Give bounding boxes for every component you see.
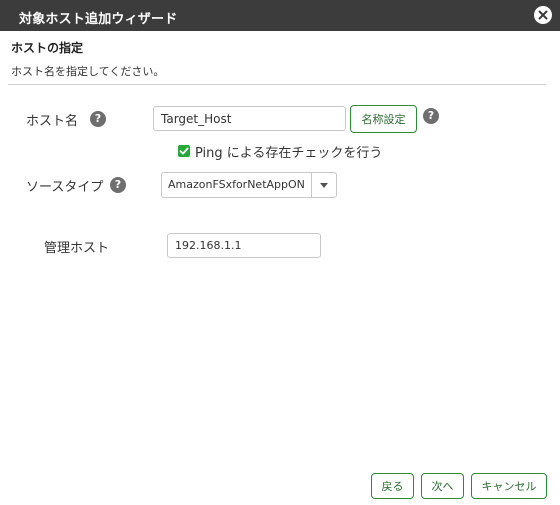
section-title: ホストの指定 — [11, 41, 84, 55]
back-button[interactable]: 戻る — [371, 473, 414, 499]
close-button[interactable] — [534, 6, 552, 24]
source-type-value: AmazonFSxforNetAppON — [168, 178, 305, 191]
wizard-titlebar: 対象ホスト追加ウィザード — [0, 0, 560, 31]
ping-check-checkbox[interactable] — [178, 145, 190, 157]
next-button[interactable]: 次へ — [421, 473, 464, 499]
source-type-label: ソースタイプ — [26, 180, 104, 195]
caret-down-icon — [320, 183, 328, 188]
dropdown-toggle[interactable] — [311, 173, 336, 197]
close-icon — [538, 10, 548, 20]
cancel-button[interactable]: キャンセル — [471, 473, 547, 499]
management-host-label: 管理ホスト — [44, 241, 110, 256]
section-description: ホスト名を指定してください。 — [11, 65, 165, 78]
question-circle-icon[interactable]: ? — [423, 108, 439, 124]
host-name-label: ホスト名 — [26, 114, 79, 129]
source-type-select[interactable]: AmazonFSxforNetAppON — [161, 172, 337, 198]
host-name-input[interactable] — [153, 106, 346, 131]
question-circle-icon[interactable]: ? — [90, 111, 106, 127]
set-name-button[interactable]: 名称設定 — [350, 105, 417, 133]
window-title: 対象ホスト追加ウィザード — [19, 12, 178, 27]
question-circle-icon[interactable]: ? — [110, 177, 126, 193]
ping-check-label[interactable]: Ping による存在チェックを行う — [195, 142, 382, 161]
management-host-input[interactable] — [167, 233, 321, 258]
check-icon — [179, 147, 189, 155]
divider — [8, 84, 546, 85]
